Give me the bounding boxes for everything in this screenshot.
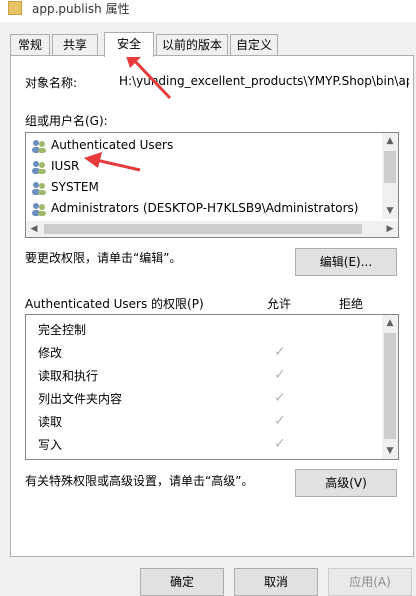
change-permissions-hint: 要更改权限，请单击“编辑”。 bbox=[25, 251, 182, 265]
allow-check-icon: ✓ bbox=[274, 344, 286, 360]
scroll-down-arrow-icon[interactable]: ▼ bbox=[382, 443, 398, 459]
scrollbar-thumb[interactable] bbox=[384, 151, 396, 183]
scrollbar-thumb[interactable] bbox=[384, 333, 396, 439]
ok-button[interactable]: 确定 bbox=[140, 568, 224, 596]
allow-check-icon: ✓ bbox=[274, 436, 286, 452]
tab-customize[interactable]: 自定义 bbox=[230, 34, 278, 55]
permissions-header: Authenticated Users 的权限(P) bbox=[25, 297, 204, 311]
users-vertical-scrollbar[interactable]: ▲ ▼ bbox=[382, 133, 398, 219]
tab-previous-versions[interactable]: 以前的版本 bbox=[156, 34, 228, 55]
list-item-administrators[interactable]: Administrators (DESKTOP-H7KLSB9\Administ… bbox=[30, 198, 358, 218]
allow-check-icon: ✓ bbox=[274, 413, 286, 429]
permission-row-write: 写入 bbox=[38, 438, 63, 452]
edit-button[interactable]: 编辑(E)... bbox=[295, 248, 397, 276]
users-group-icon bbox=[32, 160, 46, 174]
allow-check-icon: ✓ bbox=[274, 367, 286, 383]
allow-check-icon: ✓ bbox=[274, 390, 286, 406]
users-group-icon bbox=[32, 181, 46, 195]
permissions-vertical-scrollbar[interactable]: ▲ ▼ bbox=[382, 315, 398, 459]
user-name: IUSR bbox=[51, 159, 80, 173]
scroll-up-arrow-icon[interactable]: ▲ bbox=[382, 315, 398, 331]
groups-label: 组或用户名(G): bbox=[25, 114, 108, 128]
folder-icon bbox=[8, 1, 22, 15]
cancel-button[interactable]: 取消 bbox=[234, 568, 318, 596]
tab-sharing[interactable]: 共享 bbox=[52, 34, 98, 55]
advanced-button[interactable]: 高级(V) bbox=[295, 469, 397, 497]
scrollbar-thumb[interactable] bbox=[44, 224, 362, 234]
permission-row-read: 读取 bbox=[38, 415, 63, 429]
permission-row-modify: 修改 bbox=[38, 346, 63, 360]
list-item-system[interactable]: SYSTEM bbox=[30, 177, 99, 197]
scroll-right-arrow-icon[interactable]: ▶ bbox=[382, 221, 398, 237]
permission-row-read-execute: 读取和执行 bbox=[38, 369, 99, 383]
permission-row-list-folder: 列出文件夹内容 bbox=[38, 392, 123, 406]
permissions-listbox[interactable]: 完全控制 修改 ✓ 读取和执行 ✓ 列出文件夹内容 ✓ 读取 ✓ 写入 ✓ ▲ … bbox=[25, 314, 399, 460]
scroll-left-arrow-icon[interactable]: ◀ bbox=[26, 221, 42, 237]
object-name-value: H:\yunding_excellent_products\YMYP.Shop\… bbox=[119, 74, 409, 88]
advanced-hint: 有关特殊权限或高级设置，请单击“高级”。 bbox=[25, 474, 254, 488]
user-name: SYSTEM bbox=[51, 180, 99, 194]
users-group-icon bbox=[32, 202, 46, 216]
user-name: Administrators (DESKTOP-H7KLSB9\Administ… bbox=[51, 201, 359, 215]
dialog-footer: 确定 取消 应用(A) bbox=[0, 558, 416, 596]
tab-general[interactable]: 常规 bbox=[10, 34, 50, 55]
list-item-iusr[interactable]: IUSR bbox=[30, 156, 79, 176]
window-title: app.publish 属性 bbox=[32, 2, 130, 16]
apply-button[interactable]: 应用(A) bbox=[328, 568, 412, 596]
users-listbox[interactable]: Authenticated Users IUSR SYSTEM Administ… bbox=[25, 132, 399, 238]
title-bar: app.publish 属性 bbox=[0, 0, 416, 22]
allow-column-header: 允许 bbox=[267, 297, 292, 311]
object-name-label: 对象名称: bbox=[25, 76, 78, 90]
deny-column-header: 拒绝 bbox=[339, 297, 364, 311]
tab-security[interactable]: 安全 bbox=[104, 32, 154, 57]
list-item-authenticated-users[interactable]: Authenticated Users bbox=[30, 135, 173, 155]
scroll-up-arrow-icon[interactable]: ▲ bbox=[382, 133, 398, 149]
permission-row-full-control: 完全控制 bbox=[38, 323, 87, 337]
users-horizontal-scrollbar[interactable]: ◀ ▶ bbox=[26, 221, 398, 237]
users-group-icon bbox=[32, 139, 46, 153]
scroll-down-arrow-icon[interactable]: ▼ bbox=[382, 203, 398, 219]
user-name: Authenticated Users bbox=[51, 138, 174, 152]
security-panel: 对象名称: H:\yunding_excellent_products\YMYP… bbox=[10, 55, 414, 557]
